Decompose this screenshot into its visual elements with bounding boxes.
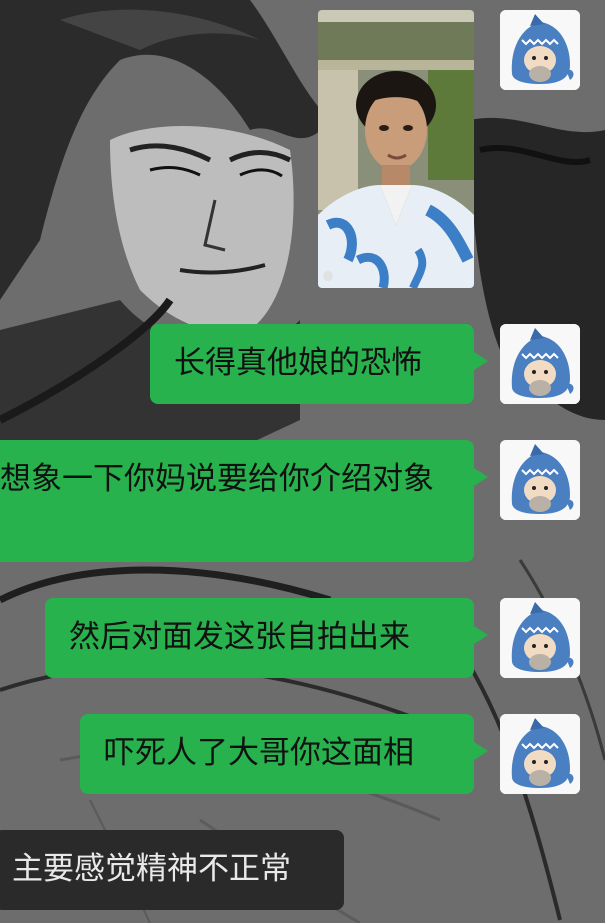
message-bubble-outgoing[interactable]: 然后对面发这张自拍出来 [45, 598, 488, 678]
message-bubble-outgoing[interactable]: 想象一下你妈说要给你介绍对象 [0, 440, 488, 562]
avatar[interactable] [500, 714, 580, 794]
shark-costume-avatar-icon [500, 714, 580, 794]
avatar[interactable] [500, 440, 580, 520]
message-text: 想象一下你妈说要给你介绍对象 [0, 461, 434, 497]
shark-costume-avatar-icon [500, 598, 580, 678]
shark-costume-avatar-icon [500, 324, 580, 404]
avatar[interactable] [500, 598, 580, 678]
message-bubble-incoming[interactable]: 主要感觉精神不正常 [0, 830, 344, 910]
message-bubble-outgoing[interactable]: 吓死人了大哥你这面相 [80, 714, 488, 794]
message-bubble-outgoing[interactable]: 长得真他娘的恐怖 [150, 324, 488, 404]
selfie-photo-message[interactable] [318, 10, 474, 288]
avatar[interactable] [500, 10, 580, 90]
shark-costume-avatar-icon [500, 10, 580, 90]
message-text: 然后对面发这张自拍出来 [69, 619, 410, 655]
message-text: 长得真他娘的恐怖 [174, 345, 422, 381]
message-text: 主要感觉精神不正常 [12, 851, 291, 887]
selfie-photo-icon [318, 10, 474, 288]
message-text: 吓死人了大哥你这面相 [104, 735, 414, 771]
shark-costume-avatar-icon [500, 440, 580, 520]
avatar[interactable] [500, 324, 580, 404]
